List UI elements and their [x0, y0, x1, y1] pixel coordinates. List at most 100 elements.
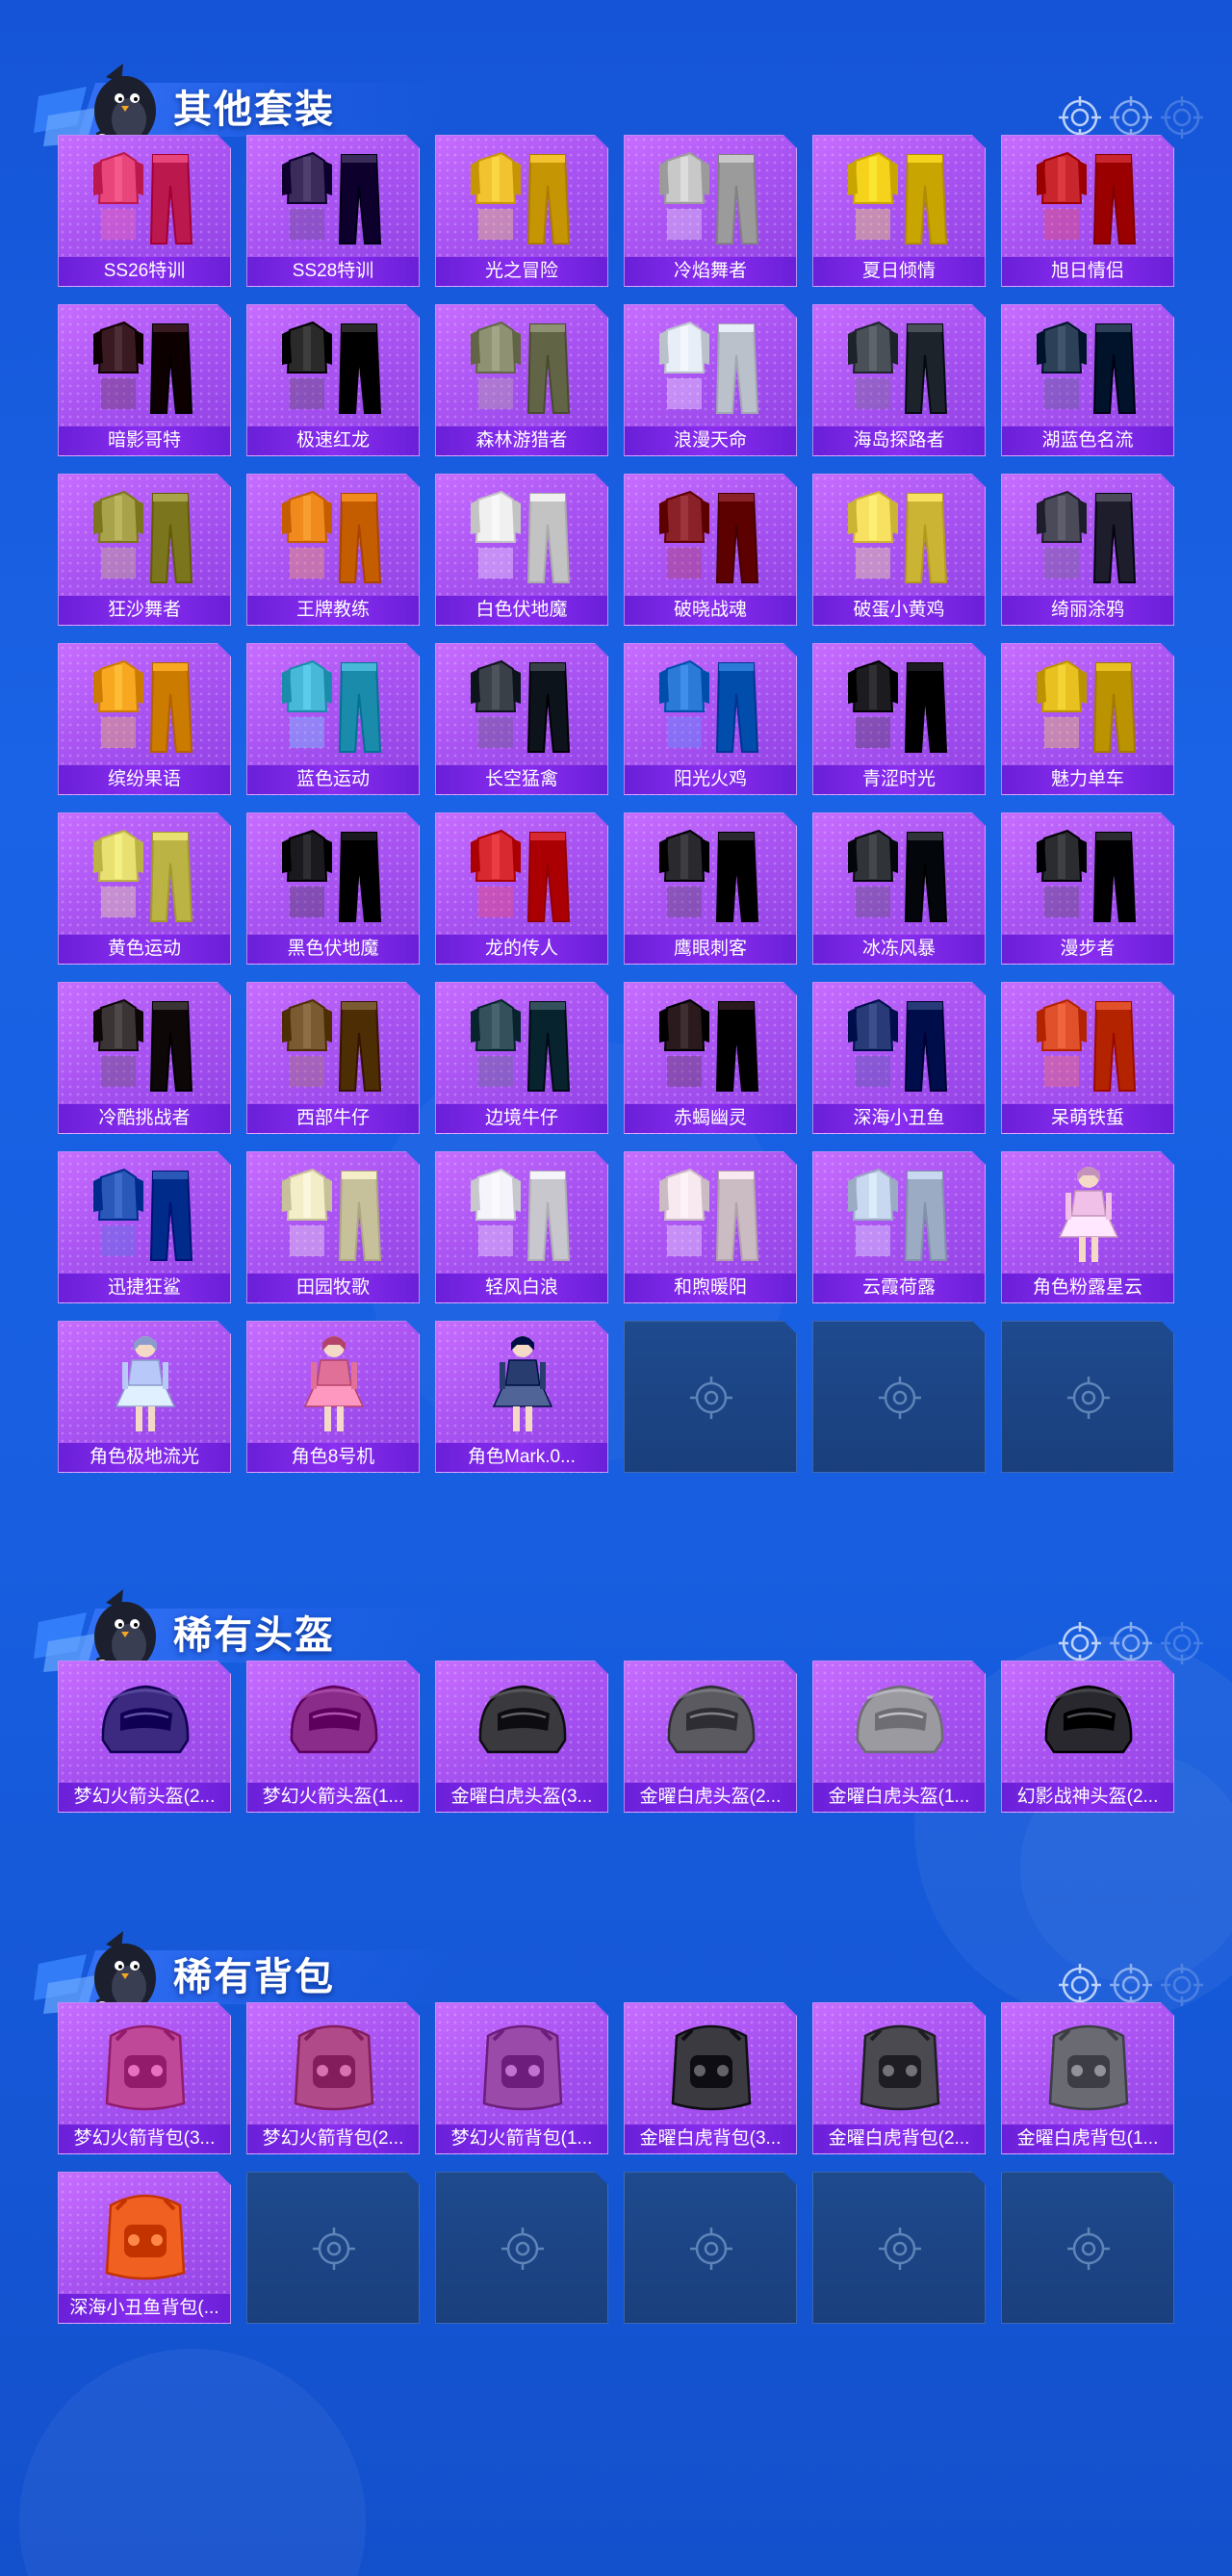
item-card[interactable]: 破蛋小黄鸡	[812, 474, 986, 626]
item-card[interactable]: 深海小丑鱼背包(...	[58, 2172, 231, 2324]
item-card[interactable]: 金曜白虎背包(1...	[1001, 2002, 1174, 2154]
item-card[interactable]: 青涩时光	[812, 643, 986, 795]
item-card[interactable]: 角色极地流光	[58, 1321, 231, 1473]
item-card[interactable]: 破晓战魂	[624, 474, 797, 626]
item-card[interactable]: 长空猛禽	[435, 643, 608, 795]
item-card[interactable]: 浪漫天命	[624, 304, 797, 456]
item-card[interactable]: SS26特训	[58, 135, 231, 287]
outfit-icon	[276, 821, 392, 929]
item-card[interactable]: 深海小丑鱼	[812, 982, 986, 1134]
empty-slot-target-icon	[688, 1375, 734, 1421]
item-card[interactable]: 白色伏地魔	[435, 474, 608, 626]
item-card[interactable]: 黄色运动	[58, 812, 231, 965]
item-name: 和煦暖阳	[625, 1274, 796, 1302]
item-name: 金曜白虎背包(1...	[1002, 2125, 1173, 2153]
item-card[interactable]: 狂沙舞者	[58, 474, 231, 626]
outfit-icon	[88, 313, 203, 421]
item-card[interactable]: 和煦暖阳	[624, 1151, 797, 1303]
item-card[interactable]: 角色粉露星云	[1001, 1151, 1174, 1303]
item-card[interactable]: 角色Mark.0...	[435, 1321, 608, 1473]
item-card[interactable]: 金曜白虎头盔(3...	[435, 1661, 608, 1813]
item-card[interactable]: 海岛探路者	[812, 304, 986, 456]
item-card[interactable]: 金曜白虎头盔(2...	[624, 1661, 797, 1813]
item-card[interactable]: 王牌教练	[246, 474, 420, 626]
item-card[interactable]: 梦幻火箭头盔(2...	[58, 1661, 231, 1813]
item-card[interactable]: 漫步者	[1001, 812, 1174, 965]
outfit-icon	[654, 313, 769, 421]
item-card[interactable]: 金曜白虎头盔(1...	[812, 1661, 986, 1813]
item-name: 黄色运动	[59, 935, 230, 964]
item-name: 光之冒险	[436, 257, 607, 286]
item-card[interactable]: 梦幻火箭背包(2...	[246, 2002, 420, 2154]
item-card[interactable]: 光之冒险	[435, 135, 608, 287]
item-name: 角色极地流光	[59, 1443, 230, 1472]
item-name: 旭日情侣	[1002, 257, 1173, 286]
character-icon	[276, 1329, 392, 1437]
empty-slot-target-icon	[877, 2226, 923, 2272]
item-card[interactable]: 云霞荷露	[812, 1151, 986, 1303]
item-name: 破蛋小黄鸡	[813, 596, 985, 625]
item-card[interactable]: 极速红龙	[246, 304, 420, 456]
item-card[interactable]: 呆萌铁蜇	[1001, 982, 1174, 1134]
item-card[interactable]: 冷焰舞者	[624, 135, 797, 287]
item-card[interactable]: 梦幻火箭背包(3...	[58, 2002, 231, 2154]
item-card[interactable]: 暗影哥特	[58, 304, 231, 456]
item-card[interactable]: 阳光火鸡	[624, 643, 797, 795]
item-card[interactable]: 梦幻火箭背包(1...	[435, 2002, 608, 2154]
item-card[interactable]: 森林游猎者	[435, 304, 608, 456]
outfit-icon	[88, 482, 203, 590]
item-name: 角色8号机	[247, 1443, 419, 1472]
empty-slot-target-icon	[877, 1375, 923, 1421]
item-name: 王牌教练	[247, 596, 419, 625]
item-grid: 梦幻火箭头盔(2... 梦幻火箭头盔(1... 金曜白虎头盔(3... 金曜白虎头盔(…	[58, 1661, 1174, 1830]
item-card[interactable]: 赤蝎幽灵	[624, 982, 797, 1134]
item-card[interactable]: 旭日情侣	[1001, 135, 1174, 287]
item-card[interactable]: 冷酷挑战者	[58, 982, 231, 1134]
item-card[interactable]: 田园牧歌	[246, 1151, 420, 1303]
item-name: 暗影哥特	[59, 426, 230, 455]
backpack-icon	[654, 2011, 769, 2119]
outfit-icon	[276, 652, 392, 760]
item-card[interactable]: 蓝色运动	[246, 643, 420, 795]
character-icon	[88, 1329, 203, 1437]
item-name: 梦幻火箭头盔(1...	[247, 1783, 419, 1812]
item-card[interactable]: 边境牛仔	[435, 982, 608, 1134]
item-card[interactable]: 缤纷果语	[58, 643, 231, 795]
outfit-icon	[465, 991, 580, 1098]
outfit-icon	[465, 313, 580, 421]
item-card[interactable]: 黑色伏地魔	[246, 812, 420, 965]
item-card[interactable]: 角色8号机	[246, 1321, 420, 1473]
outfit-icon	[1031, 652, 1146, 760]
item-card[interactable]: 绮丽涂鸦	[1001, 474, 1174, 626]
helmet-icon	[654, 1669, 769, 1777]
item-card[interactable]: 鹰眼刺客	[624, 812, 797, 965]
item-card[interactable]: 冰冻风暴	[812, 812, 986, 965]
outfit-icon	[1031, 143, 1146, 251]
empty-slot	[812, 2172, 986, 2324]
item-card[interactable]: 幻影战神头盔(2...	[1001, 1661, 1174, 1813]
item-card[interactable]: 金曜白虎背包(3...	[624, 2002, 797, 2154]
item-name: 田园牧歌	[247, 1274, 419, 1302]
helmet-icon	[276, 1669, 392, 1777]
empty-slot	[435, 2172, 608, 2324]
item-card[interactable]: 夏日倾情	[812, 135, 986, 287]
outfit-icon	[88, 143, 203, 251]
item-card[interactable]: 湖蓝色名流	[1001, 304, 1174, 456]
item-card[interactable]: 金曜白虎背包(2...	[812, 2002, 986, 2154]
item-card[interactable]: SS28特训	[246, 135, 420, 287]
outfit-icon	[88, 991, 203, 1098]
item-name: 角色Mark.0...	[436, 1443, 607, 1472]
item-card[interactable]: 轻风白浪	[435, 1151, 608, 1303]
item-card[interactable]: 龙的传人	[435, 812, 608, 965]
item-name: 龙的传人	[436, 935, 607, 964]
item-card[interactable]: 梦幻火箭头盔(1...	[246, 1661, 420, 1813]
item-card[interactable]: 西部牛仔	[246, 982, 420, 1134]
outfit-icon	[842, 143, 958, 251]
outfit-icon	[654, 821, 769, 929]
item-name: 金曜白虎头盔(3...	[436, 1783, 607, 1812]
item-card[interactable]: 魅力单车	[1001, 643, 1174, 795]
item-name: 冰冻风暴	[813, 935, 985, 964]
item-card[interactable]: 迅捷狂鲨	[58, 1151, 231, 1303]
item-name: 长空猛禽	[436, 765, 607, 794]
character-icon	[465, 1329, 580, 1437]
